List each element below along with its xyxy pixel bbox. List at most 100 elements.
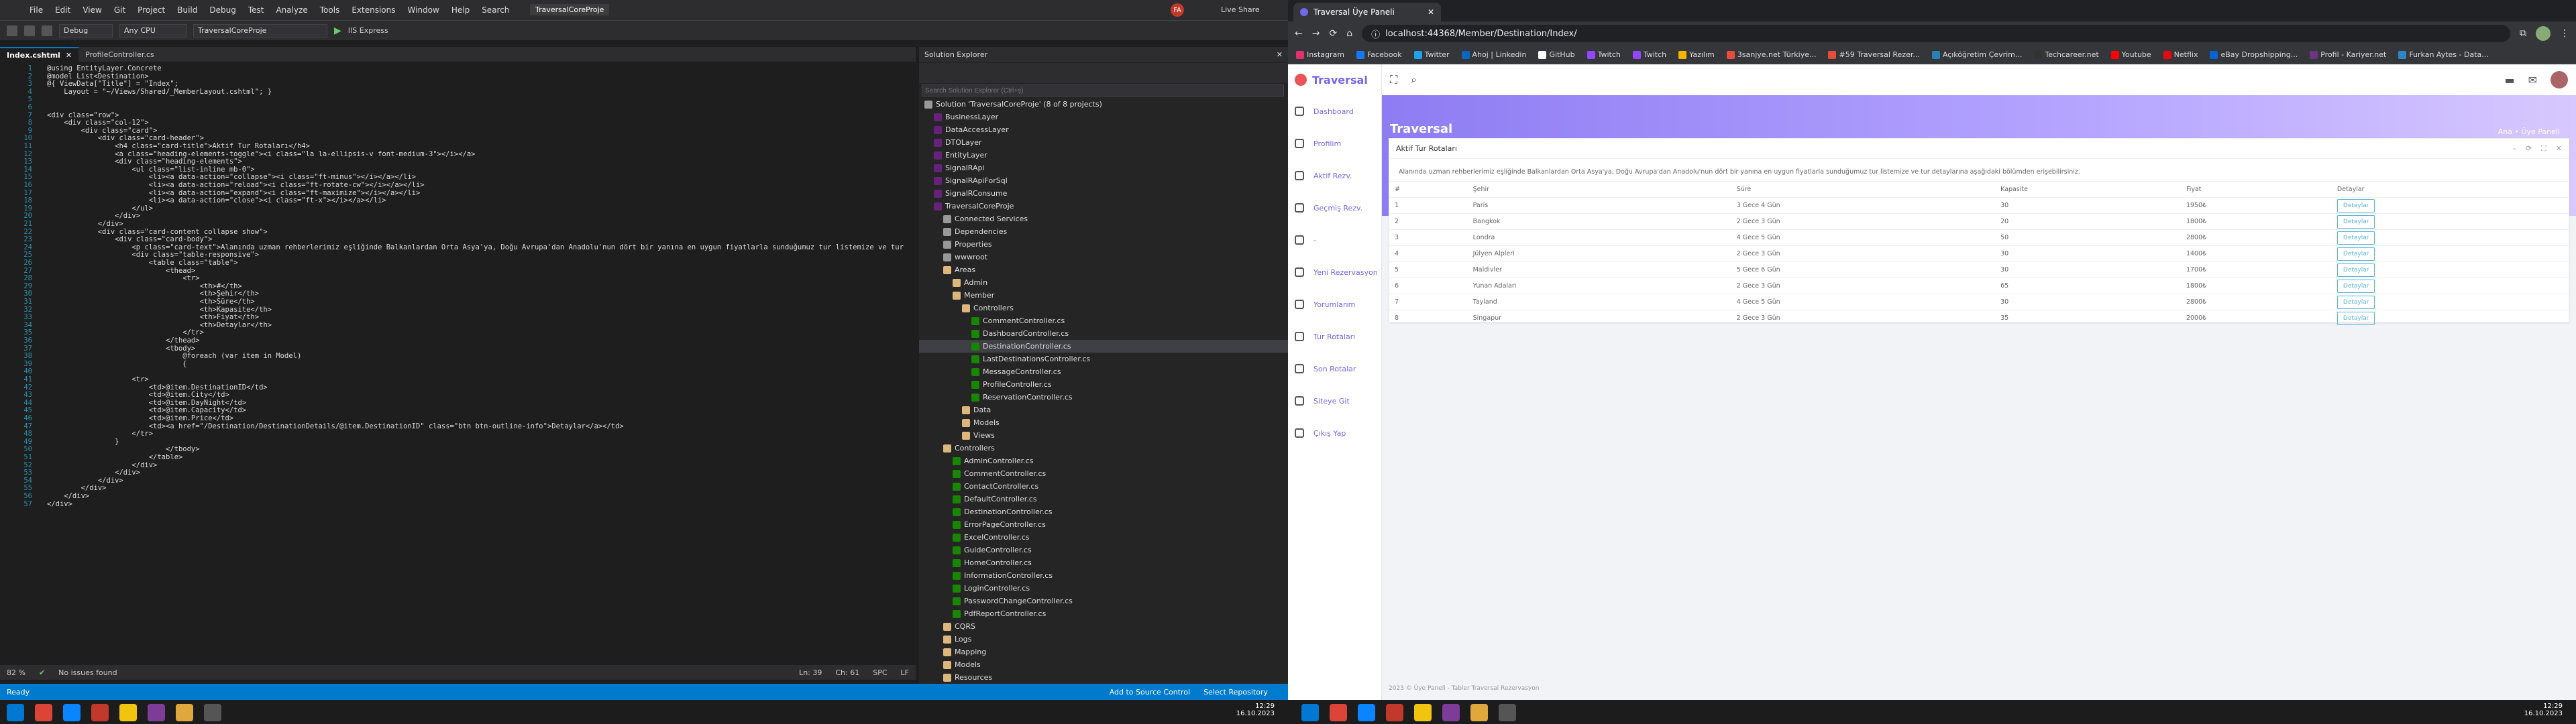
code-line[interactable]: <ul class="list-inline mb-0"> — [47, 166, 254, 174]
start-icon[interactable] — [7, 704, 24, 721]
details-button[interactable]: Detaylar — [2337, 215, 2375, 229]
tree-node[interactable]: LoginController.cs — [919, 582, 1288, 595]
tree-node[interactable]: CommentController.cs — [919, 314, 1288, 327]
code-line[interactable]: { — [47, 360, 186, 368]
menu-item[interactable]: View — [83, 5, 101, 15]
code-line[interactable]: <div class="row"> — [47, 111, 119, 119]
tree-node[interactable]: GuideController.cs — [919, 544, 1288, 556]
bookmark[interactable]: Ahoj | Linkedin — [1461, 50, 1526, 59]
tree-node[interactable]: Properties — [919, 238, 1288, 251]
tab-profilecontroller[interactable]: ProfileController.cs — [78, 47, 161, 62]
menu-item[interactable]: Git — [114, 5, 125, 15]
close-icon[interactable]: ✕ — [2556, 144, 2562, 154]
code-line[interactable]: <thead> — [47, 267, 195, 275]
tree-node[interactable]: PdfReportController.cs — [919, 607, 1288, 620]
details-button[interactable]: Detaylar — [2337, 311, 2375, 325]
code-line[interactable]: <div class="card-content collapse show"> — [47, 228, 268, 236]
menu-item[interactable]: Project — [138, 5, 165, 15]
bookmark[interactable]: Facebook — [1356, 50, 1402, 59]
menu-item[interactable]: Window — [408, 5, 439, 15]
config-select[interactable]: Debug — [59, 23, 113, 38]
bookmark[interactable]: Youtube — [2110, 50, 2151, 59]
menu-item[interactable]: Test — [248, 5, 264, 15]
code-line[interactable]: <div class="card-body"> — [47, 235, 212, 243]
bookmark[interactable]: 3sanjye.net Türkiye... — [1726, 50, 1816, 59]
code-line[interactable]: <tr> — [47, 375, 148, 383]
tree-node[interactable]: DataAccessLayer — [919, 123, 1288, 136]
code-line[interactable]: @foreach (var item in Model) — [47, 352, 301, 360]
sidebar-item[interactable]: Çıkış Yap — [1288, 417, 1381, 449]
tree-node[interactable]: Controllers — [919, 442, 1288, 455]
add-to-source-control[interactable]: Add to Source Control — [1110, 688, 1190, 697]
bookmark[interactable]: Techcareer.net — [2034, 50, 2099, 59]
tree-node[interactable]: InformationController.cs — [919, 569, 1288, 582]
tree-node[interactable]: Controllers — [919, 302, 1288, 314]
code-line[interactable]: <td>@item.DayNight</td> — [47, 399, 246, 407]
code-line[interactable]: <th>Şehir</th> — [47, 290, 260, 298]
tree-node[interactable]: Connected Services — [919, 213, 1288, 225]
tree-node[interactable]: Admin — [919, 276, 1288, 289]
code-line[interactable]: @using EntityLayer.Concrete — [47, 64, 162, 72]
code-line[interactable]: <div class="card"> — [47, 127, 158, 135]
details-button[interactable]: Detaylar — [2337, 247, 2375, 261]
sidebar-item[interactable]: - — [1288, 224, 1381, 256]
code-line[interactable]: </tr> — [47, 430, 153, 438]
tree-node[interactable]: Dependencies — [919, 225, 1288, 238]
details-button[interactable]: Detaylar — [2337, 295, 2375, 309]
mail-icon[interactable]: ✉ — [2528, 74, 2537, 86]
app-icon[interactable] — [91, 704, 109, 721]
tree-node[interactable]: DestinationController.cs — [919, 505, 1288, 518]
tree-node[interactable]: ErrorPageController.cs — [919, 518, 1288, 531]
tree-node[interactable]: ProfileController.cs — [919, 378, 1288, 391]
user-avatar[interactable] — [2551, 71, 2568, 88]
app-icon[interactable] — [1386, 704, 1403, 721]
code-line[interactable]: <table class="table"> — [47, 259, 238, 267]
menu-item[interactable]: Help — [451, 5, 470, 15]
code-line[interactable]: </thead> — [47, 337, 200, 345]
code-line[interactable]: <th>Kapasite</th> — [47, 306, 272, 314]
maximize-icon[interactable]: ⛶ — [2541, 144, 2546, 154]
code-line[interactable]: @{ ViewData["Title"] = "Index"; — [47, 80, 178, 88]
code-line[interactable]: </ul> — [47, 204, 153, 213]
menu-item[interactable]: Extensions — [352, 5, 395, 15]
flag-icon[interactable]: ▬ — [2504, 74, 2514, 86]
sidebar-item[interactable]: Dashboard — [1288, 95, 1381, 127]
run-icon[interactable]: ▶ — [334, 25, 341, 36]
code-line[interactable]: <td>@item.Price</td> — [47, 414, 233, 422]
code-line[interactable]: <td>@item.City</td> — [47, 391, 229, 399]
code-line[interactable]: @model List<Destination> — [47, 72, 149, 80]
code-line[interactable]: <li><a data-action="reload"><i class="ft… — [47, 181, 425, 189]
notes-icon[interactable] — [119, 704, 137, 721]
explorer-icon[interactable] — [176, 704, 193, 721]
sidebar-item[interactable]: Tur Rotaları — [1288, 320, 1381, 353]
code-line[interactable]: <th>Detaylar</th> — [47, 321, 272, 329]
back-icon[interactable]: ← — [1295, 28, 1303, 39]
tree-node[interactable]: Models — [919, 416, 1288, 429]
menu-item[interactable]: Search — [482, 5, 509, 15]
menu-item[interactable]: Build — [177, 5, 197, 15]
code-line[interactable]: </div> — [47, 461, 157, 469]
select-repository[interactable]: Select Repository — [1203, 688, 1268, 697]
zoom-level[interactable]: 82 % — [7, 668, 25, 677]
code-line[interactable]: <div class="col-12"> — [47, 119, 148, 127]
tree-node[interactable]: HomeController.cs — [919, 556, 1288, 569]
code-line[interactable]: <h4 class="card-title">Aktif Tur Rotalar… — [47, 142, 310, 150]
tree-node[interactable]: Solution 'TraversalCoreProje' (8 of 8 pr… — [919, 98, 1288, 111]
close-icon[interactable]: ✕ — [66, 51, 72, 60]
bookmark[interactable]: Yazılım — [1678, 50, 1715, 59]
home-icon[interactable]: ⌂ — [1346, 28, 1352, 39]
code-line[interactable]: </div> — [47, 484, 107, 492]
tree-node[interactable]: Areas — [919, 263, 1288, 276]
code-line[interactable]: <th>#</th> — [47, 282, 242, 290]
code-line[interactable]: <tbody> — [47, 345, 195, 353]
start-icon[interactable] — [1301, 704, 1319, 721]
tree-node[interactable]: MessageController.cs — [919, 365, 1288, 378]
clock-date[interactable]: 16.10.2023 — [1194, 710, 1275, 717]
code-line[interactable]: } — [47, 438, 119, 446]
notes-icon[interactable] — [1414, 704, 1432, 721]
address-bar[interactable]: ⓘ localhost:44368/Member/Destination/Inde… — [1362, 25, 2510, 42]
tree-node[interactable]: CQRS — [919, 620, 1288, 633]
run-target[interactable]: IIS Express — [348, 26, 388, 35]
tree-node[interactable]: Member — [919, 289, 1288, 302]
tree-node[interactable]: Resources — [919, 671, 1288, 684]
